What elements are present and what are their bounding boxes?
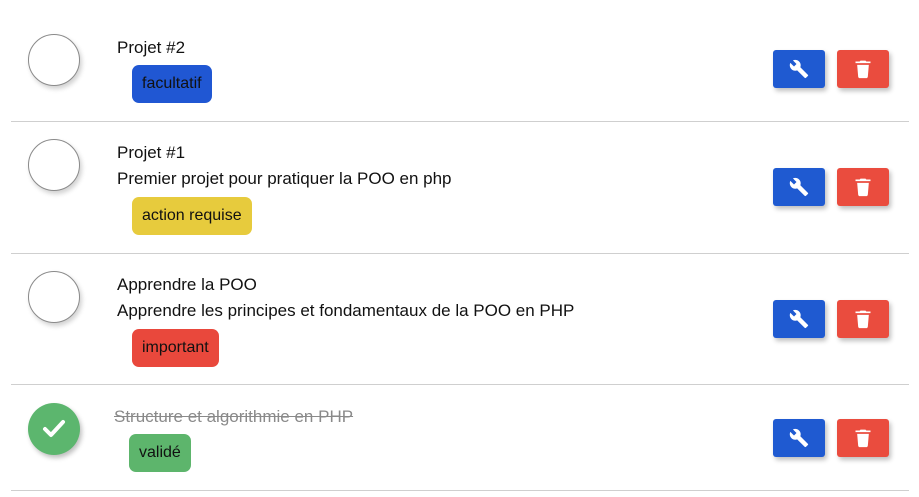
- delete-button[interactable]: [837, 168, 889, 206]
- wrench-icon: [789, 177, 809, 197]
- edit-button[interactable]: [773, 300, 825, 338]
- tag-badge: action requise: [132, 197, 252, 235]
- trash-icon: [855, 60, 871, 79]
- complete-toggle[interactable]: [28, 271, 80, 323]
- task-description: Premier projet pour pratiquer la POO en …: [117, 169, 452, 188]
- wrench-icon: [789, 59, 809, 79]
- task-item: Apprendre la POO Apprendre les principes…: [0, 254, 919, 384]
- checkmark-icon: [43, 420, 65, 437]
- complete-toggle[interactable]: [28, 34, 80, 86]
- wrench-icon: [789, 428, 809, 448]
- trash-icon: [855, 429, 871, 448]
- task-description: Apprendre les principes et fondamentaux …: [117, 301, 575, 320]
- task-item: Structure et algorithmie en PHP validé: [0, 385, 919, 490]
- edit-button[interactable]: [773, 168, 825, 206]
- delete-button[interactable]: [837, 50, 889, 88]
- task-title: Structure et algorithmie en PHP: [114, 407, 354, 426]
- complete-toggle[interactable]: [28, 139, 80, 191]
- tag-badge: important: [132, 329, 219, 367]
- task-title: Projet #2: [117, 38, 186, 57]
- task-list: Projet #2 facultatif Projet #1 Premier p…: [0, 0, 919, 497]
- complete-toggle[interactable]: [28, 403, 80, 455]
- task-title: Projet #1: [117, 143, 186, 162]
- task-item: Projet #1 Premier projet pour pratiquer …: [0, 122, 919, 253]
- task-item: Projet #2 facultatif: [0, 0, 919, 121]
- wrench-icon: [789, 309, 809, 329]
- edit-button[interactable]: [773, 50, 825, 88]
- tag-badge: facultatif: [132, 65, 212, 103]
- delete-button[interactable]: [837, 419, 889, 457]
- delete-button[interactable]: [837, 300, 889, 338]
- tag-badge: validé: [129, 434, 191, 472]
- trash-icon: [855, 178, 871, 197]
- divider: [11, 490, 909, 491]
- trash-icon: [855, 310, 871, 329]
- edit-button[interactable]: [773, 419, 825, 457]
- task-title: Apprendre la POO: [117, 275, 257, 294]
